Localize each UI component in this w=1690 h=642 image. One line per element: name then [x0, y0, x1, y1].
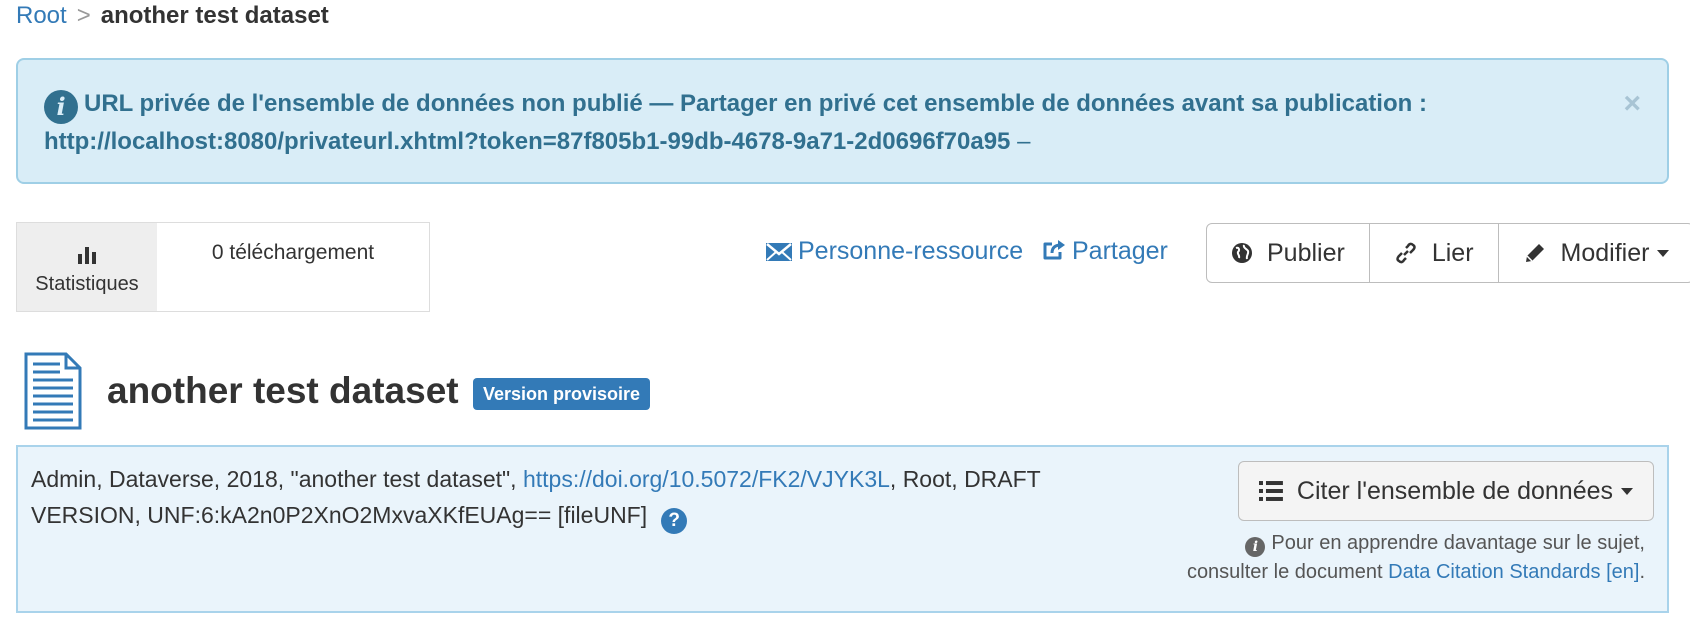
citation-text: Admin, Dataverse, 2018, "another test da…: [31, 461, 1111, 534]
chevron-down-icon: [1657, 249, 1670, 257]
publish-button[interactable]: Publier: [1206, 223, 1370, 283]
share-link[interactable]: Partager: [1042, 236, 1168, 266]
draft-version-badge: Version provisoire: [473, 378, 651, 410]
breadcrumb-separator: >: [76, 2, 91, 29]
page-title: another test dataset: [107, 370, 459, 411]
pencil-icon: [1525, 244, 1544, 262]
close-icon[interactable]: ×: [1623, 86, 1641, 122]
contact-link-label: Personne-ressource: [798, 237, 1024, 265]
citation-box: Admin, Dataverse, 2018, "another test da…: [16, 445, 1669, 613]
alert-message: URL privée de l'ensemble de données non …: [84, 90, 1427, 117]
share-icon: [1043, 240, 1065, 260]
globe-icon: [1232, 243, 1252, 263]
data-citation-standards-link[interactable]: Data Citation Standards [en]: [1388, 561, 1639, 583]
cite-dataset-button[interactable]: Citer l'ensemble de données: [1238, 461, 1654, 521]
note-line2-prefix: consulter le document: [1186, 561, 1389, 583]
help-icon[interactable]: ?: [661, 508, 688, 534]
download-count: 0 téléchargement: [211, 241, 375, 264]
note-end: .: [1639, 561, 1645, 583]
share-link-label: Partager: [1072, 237, 1168, 265]
bar-chart-icon: [78, 247, 96, 264]
metrics-box: Statistiques 0 téléchargement: [16, 222, 430, 312]
private-url-alert: i URL privée de l'ensemble de données non…: [16, 58, 1669, 184]
publish-button-label: Publier: [1267, 238, 1345, 267]
envelope-icon: [766, 243, 792, 261]
list-icon: [1259, 481, 1283, 501]
breadcrumb-root-link[interactable]: Root: [16, 2, 67, 29]
cite-button-label: Citer l'ensemble de données: [1296, 476, 1613, 505]
contact-link[interactable]: Personne-ressource: [766, 236, 1023, 266]
link-button[interactable]: Lier: [1368, 223, 1499, 283]
doi-link[interactable]: https://doi.org/10.5072/FK2/VJYK3L: [523, 466, 890, 492]
private-url-link[interactable]: http://localhost:8080/privateurl.xhtml?t…: [44, 128, 1010, 155]
alert-trailing: –: [1010, 128, 1031, 155]
dataset-action-buttons: Publier Lier Modifier: [1206, 223, 1690, 283]
info-icon: i: [1245, 537, 1266, 557]
alert-url-line: http://localhost:8080/privateurl.xhtml?t…: [44, 124, 1607, 160]
metrics-tab-label: Statistiques: [35, 273, 139, 295]
note-line1: Pour en apprendre davantage sur le sujet…: [1271, 532, 1645, 554]
citation-prefix: Admin, Dataverse, 2018, "another test da…: [31, 466, 523, 492]
document-icon: [24, 352, 82, 430]
edit-dropdown-button[interactable]: Modifier: [1497, 223, 1690, 283]
breadcrumb-current: another test dataset: [100, 2, 329, 29]
link-icon: [1396, 242, 1416, 264]
info-icon: i: [44, 90, 78, 124]
citation-standards-note: i Pour en apprendre davantage sur le suje…: [1187, 529, 1645, 587]
edit-button-label: Modifier: [1560, 238, 1650, 267]
link-button-label: Lier: [1431, 238, 1474, 267]
metrics-tab[interactable]: Statistiques: [17, 223, 157, 311]
breadcrumb: Root > another test dataset: [16, 0, 329, 32]
chevron-down-icon: [1621, 487, 1633, 495]
